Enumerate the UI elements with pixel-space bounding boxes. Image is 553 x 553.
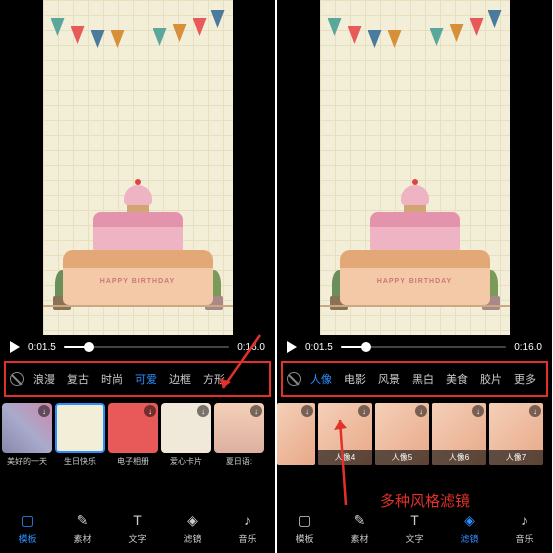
download-icon [529, 405, 541, 417]
filter-icon: ◈ [460, 511, 478, 529]
download-icon [250, 405, 262, 417]
nav-music[interactable]: ♪音乐 [515, 511, 533, 545]
download-icon [144, 405, 156, 417]
nav-filter[interactable]: ◈滤镜 [183, 511, 201, 545]
thumb-item[interactable]: 生日快乐 [55, 403, 105, 467]
filter-tabs: 人像 电影 风景 黑白 美食 胶片 更多 [281, 361, 548, 397]
tab-film[interactable]: 胶片 [475, 369, 507, 389]
template-icon: ▢ [18, 511, 36, 529]
thumb-item[interactable]: 电子相册 [108, 403, 158, 467]
thumb-item[interactable]: 夏日语: [214, 403, 264, 467]
tab-food[interactable]: 美食 [441, 369, 473, 389]
play-button[interactable] [287, 341, 297, 353]
material-icon: ✎ [73, 511, 91, 529]
progress-slider[interactable] [64, 346, 229, 348]
text-icon: T [128, 511, 146, 529]
download-icon [472, 405, 484, 417]
nav-template[interactable]: ▢模板 [18, 511, 36, 545]
tab-romantic[interactable]: 浪漫 [28, 369, 60, 389]
play-button[interactable] [10, 341, 20, 353]
tab-bw[interactable]: 黑白 [407, 369, 439, 389]
total-time: 0:16.0 [514, 342, 542, 353]
video-preview[interactable] [43, 0, 233, 335]
none-icon[interactable] [10, 372, 24, 386]
filter-thumbs: 人像4 人像5 人像6 人像7 [277, 399, 552, 469]
nav-music[interactable]: ♪音乐 [238, 511, 256, 545]
tab-movie[interactable]: 电影 [339, 369, 371, 389]
annotation-text: 多种风格滤镜 [380, 490, 470, 511]
download-icon [197, 405, 209, 417]
filter-icon: ◈ [183, 511, 201, 529]
none-icon[interactable] [287, 372, 301, 386]
video-preview[interactable] [320, 0, 510, 335]
download-icon [38, 405, 50, 417]
thumb-item[interactable]: 人像6 [432, 403, 486, 465]
material-icon: ✎ [350, 511, 368, 529]
nav-template[interactable]: ▢模板 [295, 511, 313, 545]
total-time: 0:16.0 [237, 342, 265, 353]
nav-text[interactable]: T文字 [128, 511, 146, 545]
music-icon: ♪ [238, 511, 256, 529]
style-tabs: 浪漫 复古 时尚 可爱 边框 方形 [4, 361, 271, 397]
left-panel: 0:01.5 0:16.0 浪漫 复古 时尚 可爱 边框 方形 美好的一天 生日… [0, 0, 275, 553]
nav-filter[interactable]: ◈滤镜 [460, 511, 478, 545]
nav-material[interactable]: ✎素材 [73, 511, 91, 545]
template-icon: ▢ [295, 511, 313, 529]
thumb-item[interactable]: 人像5 [375, 403, 429, 465]
right-panel: 0:01.5 0:16.0 人像 电影 风景 黑白 美食 胶片 更多 人像4 人… [277, 0, 552, 553]
bottom-nav: ▢模板 ✎素材 T文字 ◈滤镜 ♪音乐 [0, 503, 275, 553]
tab-scenery[interactable]: 风景 [373, 369, 405, 389]
tab-border[interactable]: 边框 [164, 369, 196, 389]
tab-square[interactable]: 方形 [198, 369, 230, 389]
template-thumbs: 美好的一天 生日快乐 电子相册 爱心卡片 夏日语: [0, 399, 275, 471]
text-icon: T [405, 511, 423, 529]
current-time: 0:01.5 [28, 342, 56, 353]
tab-portrait[interactable]: 人像 [305, 369, 337, 389]
current-time: 0:01.5 [305, 342, 333, 353]
thumb-item[interactable]: 人像7 [489, 403, 543, 465]
music-icon: ♪ [515, 511, 533, 529]
nav-text[interactable]: T文字 [405, 511, 423, 545]
tab-fashion[interactable]: 时尚 [96, 369, 128, 389]
thumb-item[interactable]: 美好的一天 [2, 403, 52, 467]
download-icon [301, 405, 313, 417]
nav-material[interactable]: ✎素材 [350, 511, 368, 545]
tab-more[interactable]: 更多 [509, 369, 541, 389]
progress-slider[interactable] [341, 346, 506, 348]
thumb-item[interactable]: 爱心卡片 [161, 403, 211, 467]
thumb-item[interactable]: 人像4 [318, 403, 372, 465]
download-icon [415, 405, 427, 417]
download-icon [358, 405, 370, 417]
thumb-item[interactable] [277, 403, 315, 465]
tab-retro[interactable]: 复古 [62, 369, 94, 389]
tab-cute[interactable]: 可爱 [130, 369, 162, 389]
